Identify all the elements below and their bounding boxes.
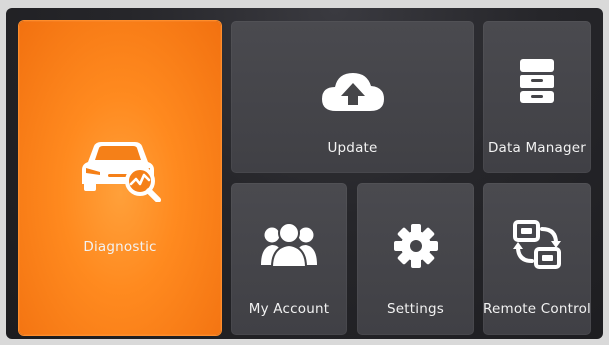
gear-icon	[393, 224, 438, 268]
remote-connection-icon	[513, 220, 561, 269]
settings-tile[interactable]: Settings	[357, 183, 474, 335]
car-diagnostic-icon	[82, 142, 161, 202]
remote-control-label: Remote Control	[483, 301, 591, 317]
cabinet-icon	[520, 59, 554, 103]
settings-label: Settings	[387, 301, 444, 317]
update-tile[interactable]: Update	[231, 21, 474, 173]
diagnostic-label: Diagnostic	[83, 239, 157, 255]
cloud-upload-icon	[321, 73, 384, 111]
remote-control-tile[interactable]: Remote Control	[483, 183, 591, 335]
my-account-label: My Account	[248, 301, 330, 317]
update-label: Update	[327, 140, 378, 156]
my-account-tile[interactable]: My Account	[231, 183, 347, 335]
data-manager-label: Data Manager	[487, 140, 587, 156]
data-manager-tile[interactable]: Data Manager	[483, 21, 591, 173]
users-icon	[261, 222, 317, 268]
diagnostic-tile[interactable]: Diagnostic	[19, 21, 221, 335]
home-screen: Diagnostic Update Data Manager My Accoun…	[6, 8, 603, 339]
